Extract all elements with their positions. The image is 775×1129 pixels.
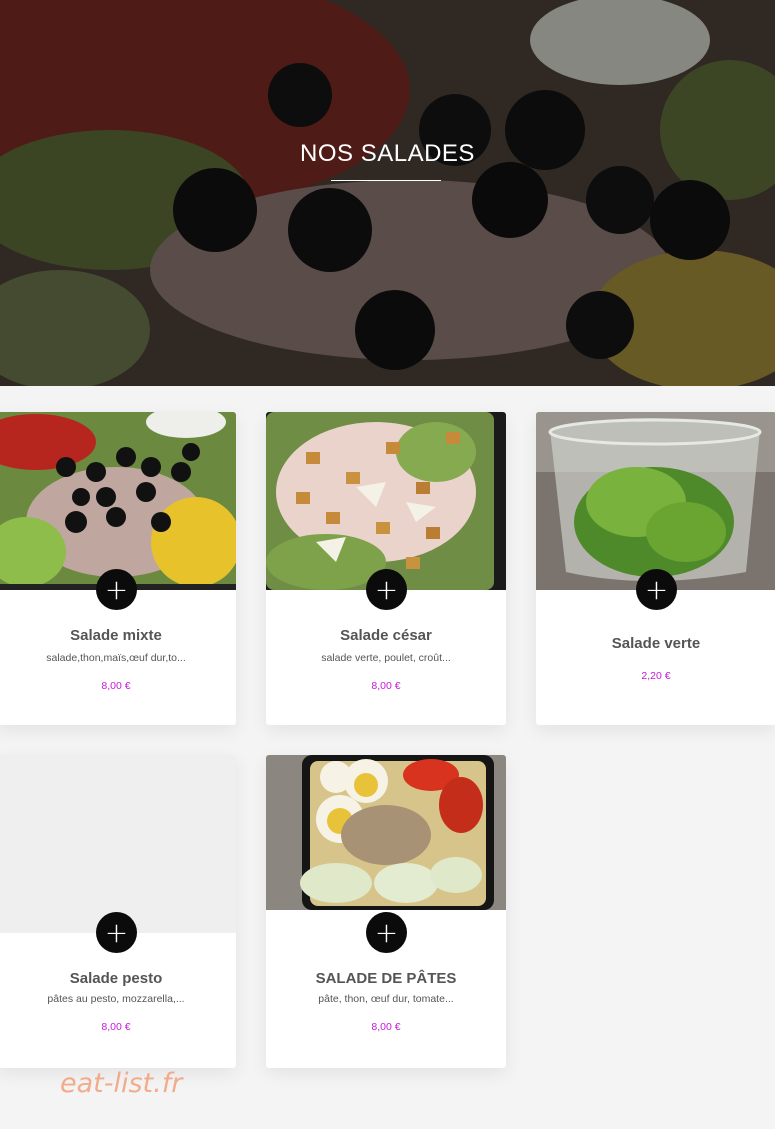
product-image[interactable] (266, 755, 506, 933)
product-price: 8,00 € (371, 1021, 401, 1033)
product-description: pâtes au pesto, mozzarella,... (47, 993, 185, 1005)
product-card-salade-pesto[interactable]: + Salade pesto pâtes au pesto, mozzarell… (0, 755, 236, 1068)
title-underline (331, 180, 441, 181)
add-to-cart-button[interactable]: + (96, 912, 137, 953)
product-price: 8,00 € (101, 1021, 131, 1033)
product-card-salade-de-pates[interactable]: + SALADE DE PÂTES pâte, thon, œuf dur, t… (266, 755, 506, 1068)
product-description: pâte, thon, œuf dur, tomate... (318, 993, 454, 1005)
product-image-placeholder[interactable] (0, 755, 236, 933)
product-description: salade verte, poulet, croût... (321, 652, 451, 664)
add-to-cart-button[interactable]: + (96, 569, 137, 610)
product-price: 8,00 € (371, 680, 401, 692)
product-price: 8,00 € (101, 680, 131, 692)
page-title: NOS SALADES (300, 140, 475, 167)
watermark: eat-list.fr (60, 1068, 183, 1099)
product-name[interactable]: Salade césar (266, 627, 506, 644)
hero-salad-image (0, 0, 775, 386)
product-name[interactable]: Salade verte (536, 635, 775, 652)
add-to-cart-button[interactable]: + (366, 912, 407, 953)
product-name[interactable]: Salade mixte (0, 627, 236, 644)
product-card-salade-mixte[interactable]: + Salade mixte salade,thon,maïs,œuf dur,… (0, 412, 236, 725)
product-image[interactable] (536, 412, 775, 590)
hero-banner: NOS SALADES (0, 0, 775, 386)
add-to-cart-button[interactable]: + (636, 569, 677, 610)
product-name[interactable]: Salade pesto (0, 970, 236, 987)
product-image[interactable] (266, 412, 506, 590)
product-image[interactable] (0, 412, 236, 590)
product-name[interactable]: SALADE DE PÂTES (266, 970, 506, 987)
product-card-salade-verte[interactable]: + Salade verte 2,20 € (536, 412, 775, 725)
product-description: salade,thon,maïs,œuf dur,to... (46, 652, 186, 664)
product-price: 2,20 € (641, 670, 671, 682)
add-to-cart-button[interactable]: + (366, 569, 407, 610)
product-card-salade-cesar[interactable]: + Salade césar salade verte, poulet, cro… (266, 412, 506, 725)
